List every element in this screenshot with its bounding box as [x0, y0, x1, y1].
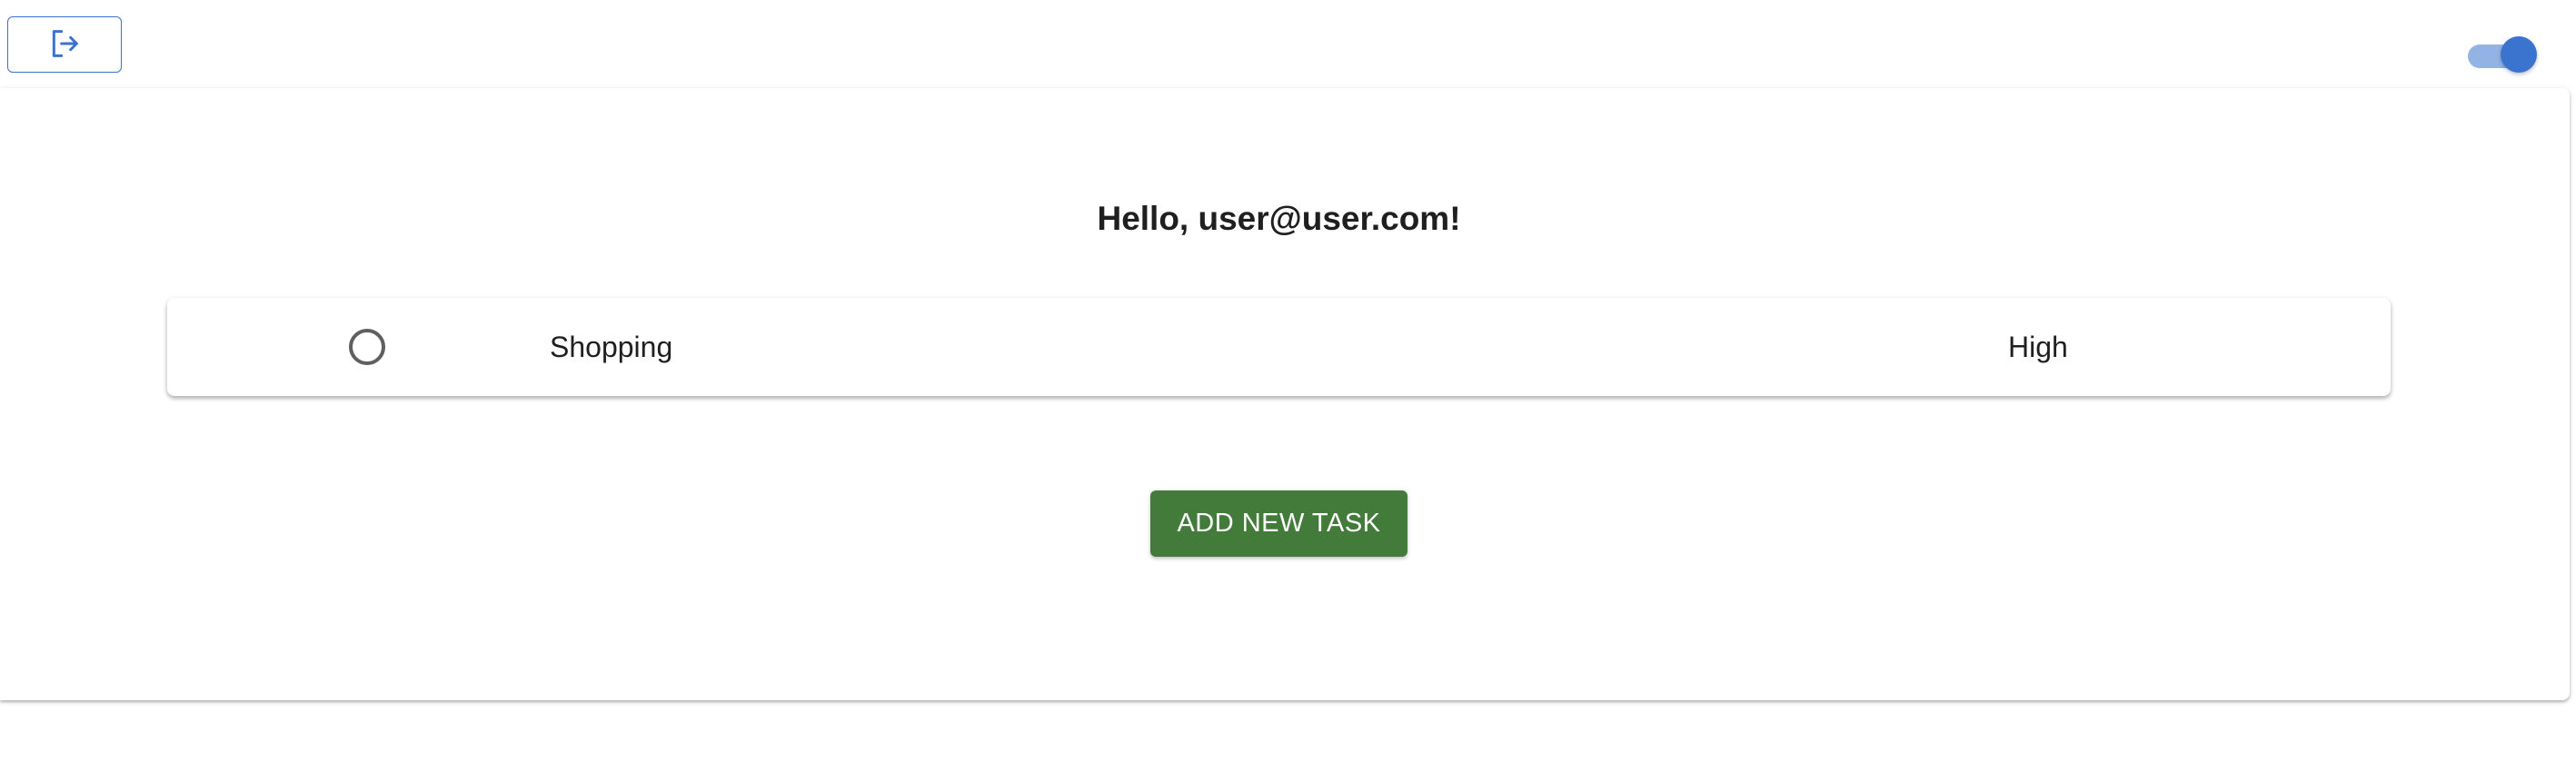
task-priority: High [2008, 331, 2068, 363]
greeting-heading: Hello, user@user.com! [1097, 200, 1461, 237]
task-row: Shopping High [167, 298, 2391, 396]
switch-thumb[interactable] [2501, 36, 2537, 73]
add-new-task-button[interactable]: ADD NEW TASK [1150, 490, 1407, 557]
main-card: Hello, user@user.com! Shopping High ADD … [0, 88, 2570, 700]
task-complete-radio[interactable] [349, 329, 385, 365]
theme-toggle-switch[interactable] [2468, 36, 2537, 73]
logout-button[interactable] [7, 16, 122, 73]
task-title: Shopping [550, 331, 673, 363]
logout-icon [46, 25, 83, 64]
